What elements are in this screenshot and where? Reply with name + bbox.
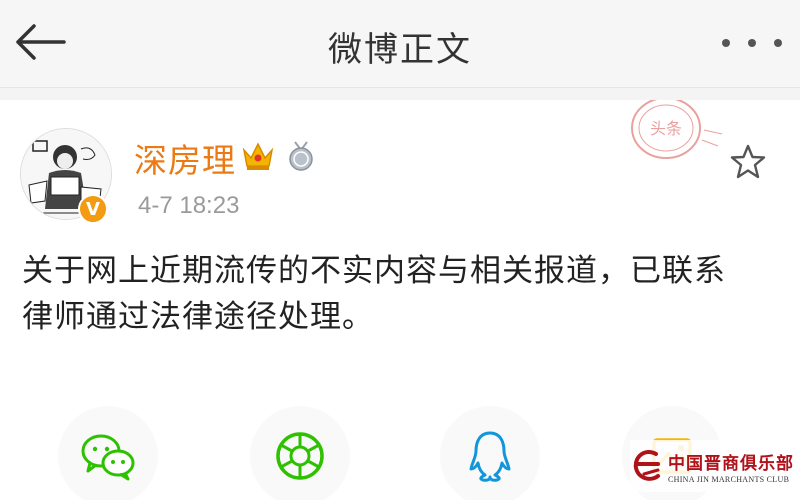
more-dot [748,39,756,47]
more-button[interactable] [722,28,782,58]
star-icon[interactable] [728,142,768,182]
qq-icon [469,431,511,482]
watermark-cn: 中国晋商俱乐部 [668,453,794,474]
page-title: 微博正文 [328,30,472,70]
moments-icon [276,432,324,480]
verified-badge: V [78,194,108,224]
post-text-line: 律师通过法律途径处理。 [22,299,374,335]
more-dot [774,39,782,47]
share-moments-button[interactable] [250,406,350,500]
stamp-icon: 头条 [631,100,723,159]
share-qq-button[interactable] [440,406,540,500]
more-dot [722,39,730,47]
watermark-en: CHINA JIN MARCHANTS CLUB [668,474,790,484]
crown-icon [242,142,274,170]
stamp-text: 头条 [650,119,682,138]
author-name[interactable]: 深房理 [134,134,236,182]
top-bar: 微博正文 [0,0,800,88]
share-wechat-button[interactable] [58,406,158,500]
wechat-icon [81,434,135,481]
watermark-text: 中国晋商俱乐部 CHINA JIN MARCHANTS CLUB [668,449,794,484]
post-content: 关于网上近期流传的不实内容与相关报道，已联系 律师通过法律途径处理。 [22,248,782,340]
medal-icon [289,141,313,171]
post-text-line: 关于网上近期流传的不实内容与相关报道，已联系 [22,253,726,289]
club-logo-icon [633,449,660,481]
watermark: 中国晋商俱乐部 CHINA JIN MARCHANTS CLUB [630,440,795,492]
post-timestamp: 4-7 18:23 [138,192,240,219]
